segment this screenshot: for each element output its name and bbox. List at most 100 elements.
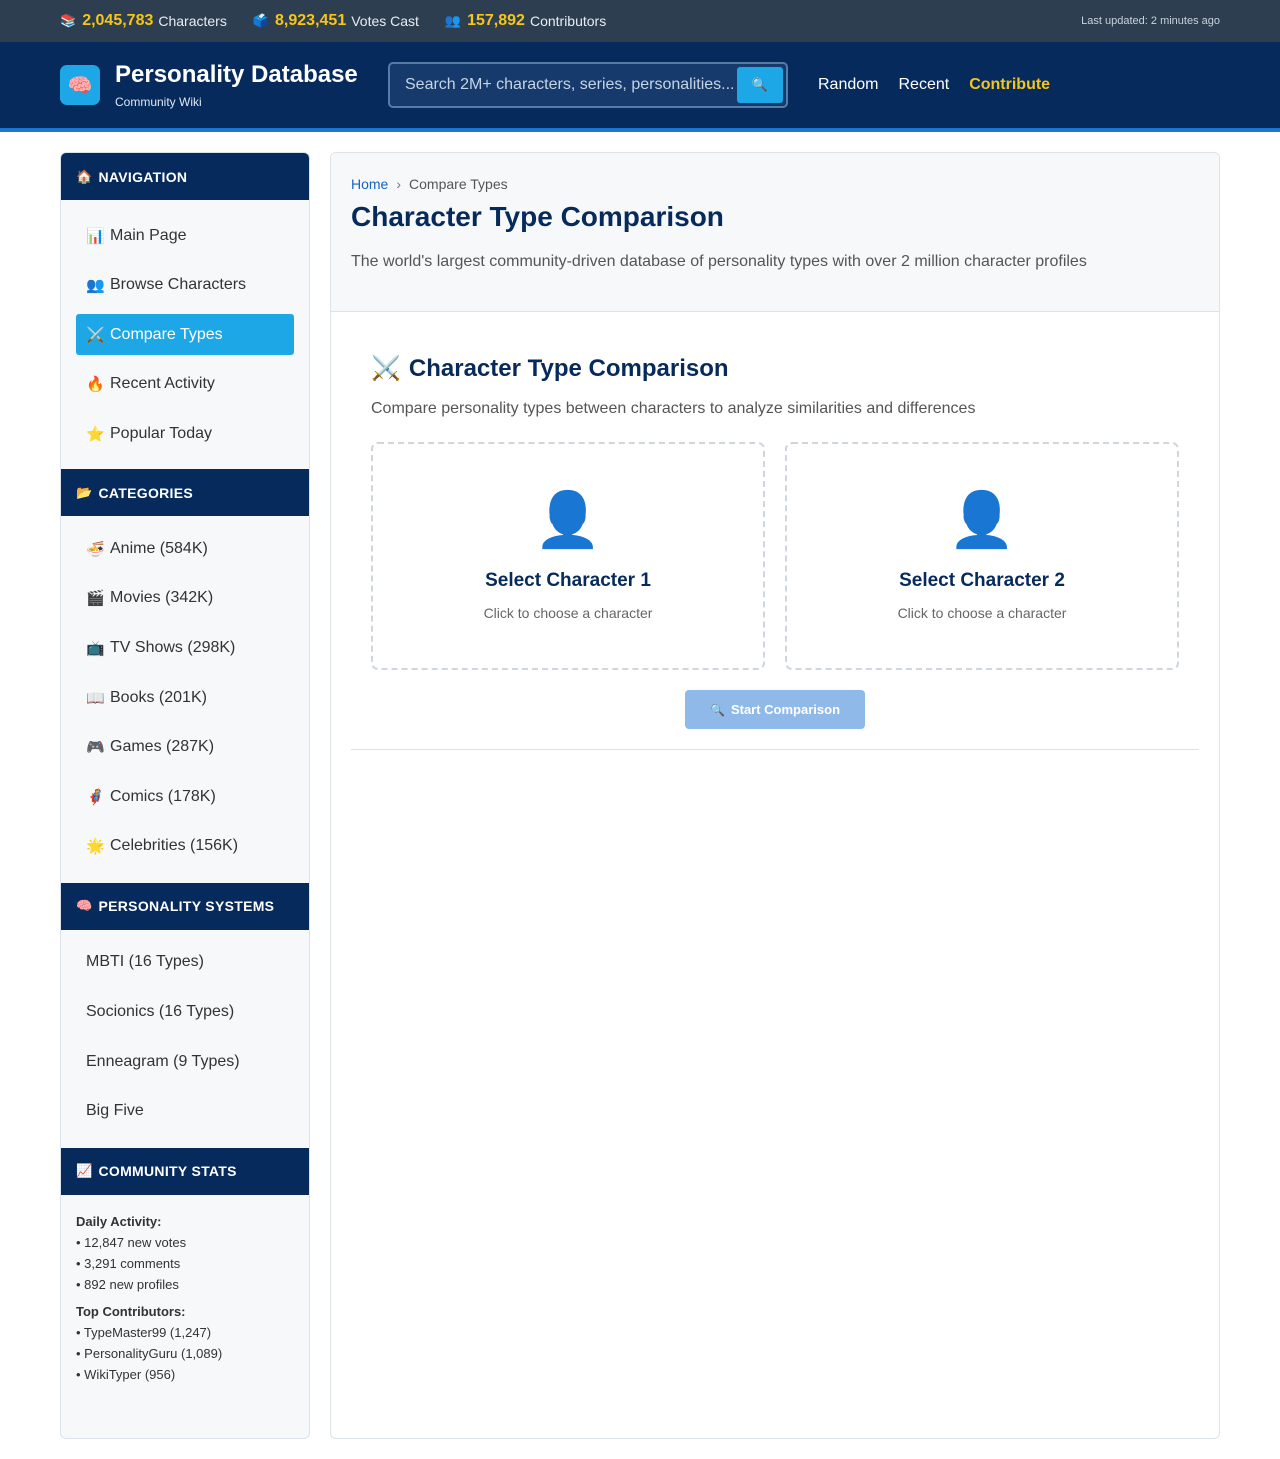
person-icon: 👤 — [948, 490, 1016, 550]
sidebar-item-label: Main Page — [110, 226, 187, 244]
daily-activity-label: Daily Activity: — [76, 1213, 162, 1229]
stat-characters: 📚 2,045,783 Characters — [60, 12, 227, 30]
sidebar-item-label: Comics (178K) — [110, 787, 216, 805]
character-2-selector[interactable]: 👤 Select Character 2 Click to choose a c… — [785, 442, 1179, 670]
stats-bar: 📚 2,045,783 Characters 🗳️ 8,923,451 Vote… — [0, 0, 1280, 42]
sidebar-item-label: Anime (584K) — [110, 539, 208, 557]
search-input[interactable]: Search 2M+ characters, series, personali… — [388, 62, 788, 108]
divider — [351, 749, 1199, 750]
last-updated: Last updated: 2 minutes ago — [1081, 15, 1220, 27]
button-label: Start Comparison — [730, 702, 841, 717]
breadcrumb-current: Compare Types — [409, 176, 508, 192]
comparison-title-text: Character Type Comparison — [408, 354, 729, 382]
section-heading-label: NAVIGATION — [98, 168, 188, 185]
sidebar: 🏠 NAVIGATION 📊 Main Page 👥 Browse Characte… — [60, 152, 310, 1439]
sidebar-item-label: Recent Activity — [110, 375, 215, 393]
navigation-heading: 🏠 NAVIGATION — [61, 153, 309, 200]
sidebar-item-books[interactable]: 📖 Books (201K) — [76, 677, 294, 718]
contributor-line[interactable]: • WikiTyper (956) — [76, 1364, 294, 1385]
person-icon: 👤 — [534, 490, 602, 550]
main-content: Home › Compare Types Character Type Compar… — [330, 152, 1220, 1439]
nav-random-link[interactable]: Random — [818, 76, 878, 94]
sidebar-item-movies[interactable]: 🎬 Movies (342K) — [76, 578, 294, 619]
contributor-line[interactable]: • TypeMaster99 (1,247) — [76, 1322, 294, 1343]
sidebar-item-popular-today[interactable]: ⭐ Popular Today — [76, 413, 294, 454]
sidebar-item-comics[interactable]: 🦸 Comics (178K) — [76, 776, 294, 817]
sidebar-item-celebrities[interactable]: 🌟 Celebrities (156K) — [76, 826, 294, 867]
sidebar-item-enneagram[interactable]: Enneagram (9 Types) — [76, 1041, 294, 1082]
nav-recent-link[interactable]: Recent — [898, 76, 949, 94]
home-icon: 🏠 — [76, 168, 93, 184]
clapper-icon: 🎬 — [86, 590, 105, 608]
fire-icon: 🔥 — [86, 376, 105, 394]
sparkle-star-icon: 🌟 — [86, 838, 105, 856]
slot-title: Select Character 1 — [485, 570, 651, 591]
sidebar-item-label: Movies (342K) — [110, 589, 214, 607]
sidebar-item-anime[interactable]: 🍜 Anime (584K) — [76, 528, 294, 569]
sidebar-item-label: TV Shows (298K) — [110, 639, 236, 657]
sidebar-item-label: Compare Types — [110, 325, 223, 343]
stat-line: • 3,291 comments — [76, 1255, 181, 1271]
sidebar-item-socionics[interactable]: Socionics (16 Types) — [76, 992, 294, 1033]
chart-icon: 📊 — [86, 227, 105, 245]
categories-heading: 📂 CATEGORIES — [61, 469, 309, 517]
site-subtitle: Community Wiki — [115, 95, 202, 109]
stat-votes: 🗳️ 8,923,451 Votes Cast — [253, 12, 419, 30]
tv-icon: 📺 — [86, 640, 105, 658]
page-title: Character Type Comparison — [351, 201, 724, 232]
sidebar-item-label: Games (287K) — [110, 738, 215, 756]
sidebar-item-browse-characters[interactable]: 👥 Browse Characters — [76, 265, 294, 306]
slot-hint: Click to choose a character — [483, 605, 653, 621]
section-heading-label: CATEGORIES — [98, 484, 194, 501]
search-button[interactable]: 🔍 — [737, 67, 783, 103]
sidebar-item-big-five[interactable]: Big Five — [76, 1091, 294, 1132]
brand[interactable]: Personality Database Community Wiki — [115, 61, 373, 109]
brain-icon[interactable]: 🧠 — [60, 65, 100, 105]
superhero-icon: 🦸 — [86, 788, 105, 806]
contributor-line[interactable]: • PersonalityGuru (1,089) — [76, 1343, 294, 1364]
character-1-selector[interactable]: 👤 Select Character 1 Click to choose a c… — [371, 442, 765, 670]
community-stats: Daily Activity: • 12,847 new votes • 3,2… — [61, 1195, 309, 1401]
sidebar-item-main-page[interactable]: 📊 Main Page — [76, 215, 294, 256]
sidebar-item-label: Big Five — [86, 1102, 144, 1120]
page-description: The world's largest community-driven dat… — [351, 253, 1087, 270]
section-heading-label: COMMUNITY STATS — [98, 1163, 237, 1180]
sidebar-item-recent-activity[interactable]: 🔥 Recent Activity — [76, 364, 294, 405]
trend-chart-icon: 📈 — [76, 1163, 93, 1179]
search-placeholder[interactable]: Search 2M+ characters, series, personali… — [405, 76, 737, 94]
slot-hint: Click to choose a character — [897, 605, 1067, 621]
books-icon: 📚 — [60, 13, 77, 28]
nav-contribute-link[interactable]: Contribute — [969, 76, 1050, 94]
stat-contributors: 👥 157,892 Contributors — [445, 12, 606, 30]
people-icon: 👥 — [86, 277, 105, 295]
sidebar-item-mbti[interactable]: MBTI (16 Types) — [76, 942, 294, 983]
sidebar-item-label: Browse Characters — [110, 276, 247, 294]
folder-icon: 📂 — [76, 484, 93, 500]
stat-value: 157,892 — [467, 12, 525, 29]
site-title[interactable]: Personality Database — [115, 61, 373, 89]
stat-line: • 12,847 new votes — [76, 1234, 187, 1250]
sidebar-item-tv-shows[interactable]: 📺 TV Shows (298K) — [76, 628, 294, 669]
start-comparison-button[interactable]: 🔍 Start Comparison — [685, 690, 865, 729]
stat-value: 2,045,783 — [82, 12, 154, 29]
sidebar-item-label: Socionics (16 Types) — [86, 1003, 235, 1021]
stat-label: Contributors — [529, 13, 607, 29]
ramen-icon: 🍜 — [86, 540, 105, 558]
breadcrumb-separator: › — [396, 176, 402, 192]
breadcrumb-home-link[interactable]: Home — [351, 176, 388, 192]
stat-value: 8,923,451 — [275, 12, 347, 29]
page-header: Home › Compare Types Character Type Compar… — [331, 153, 1219, 312]
sidebar-item-games[interactable]: 🎮 Games (287K) — [76, 727, 294, 768]
sidebar-item-label: Books (201K) — [110, 688, 207, 706]
gamepad-icon: 🎮 — [86, 739, 105, 757]
site-header: 🧠 Personality Database Community Wiki Se… — [0, 42, 1280, 132]
sidebar-item-label: Enneagram (9 Types) — [86, 1052, 240, 1070]
slot-title: Select Character 2 — [899, 570, 1065, 591]
crossed-swords-icon: ⚔️ — [371, 355, 401, 382]
systems-heading: 🧠 PERSONALITY SYSTEMS — [61, 882, 309, 930]
breadcrumb: Home › Compare Types — [351, 176, 1199, 192]
sidebar-item-compare-types[interactable]: ⚔️ Compare Types — [76, 314, 294, 356]
people-icon: 👥 — [444, 13, 462, 28]
brain-icon: 🧠 — [76, 898, 93, 914]
search-icon: 🔍 — [751, 77, 769, 92]
